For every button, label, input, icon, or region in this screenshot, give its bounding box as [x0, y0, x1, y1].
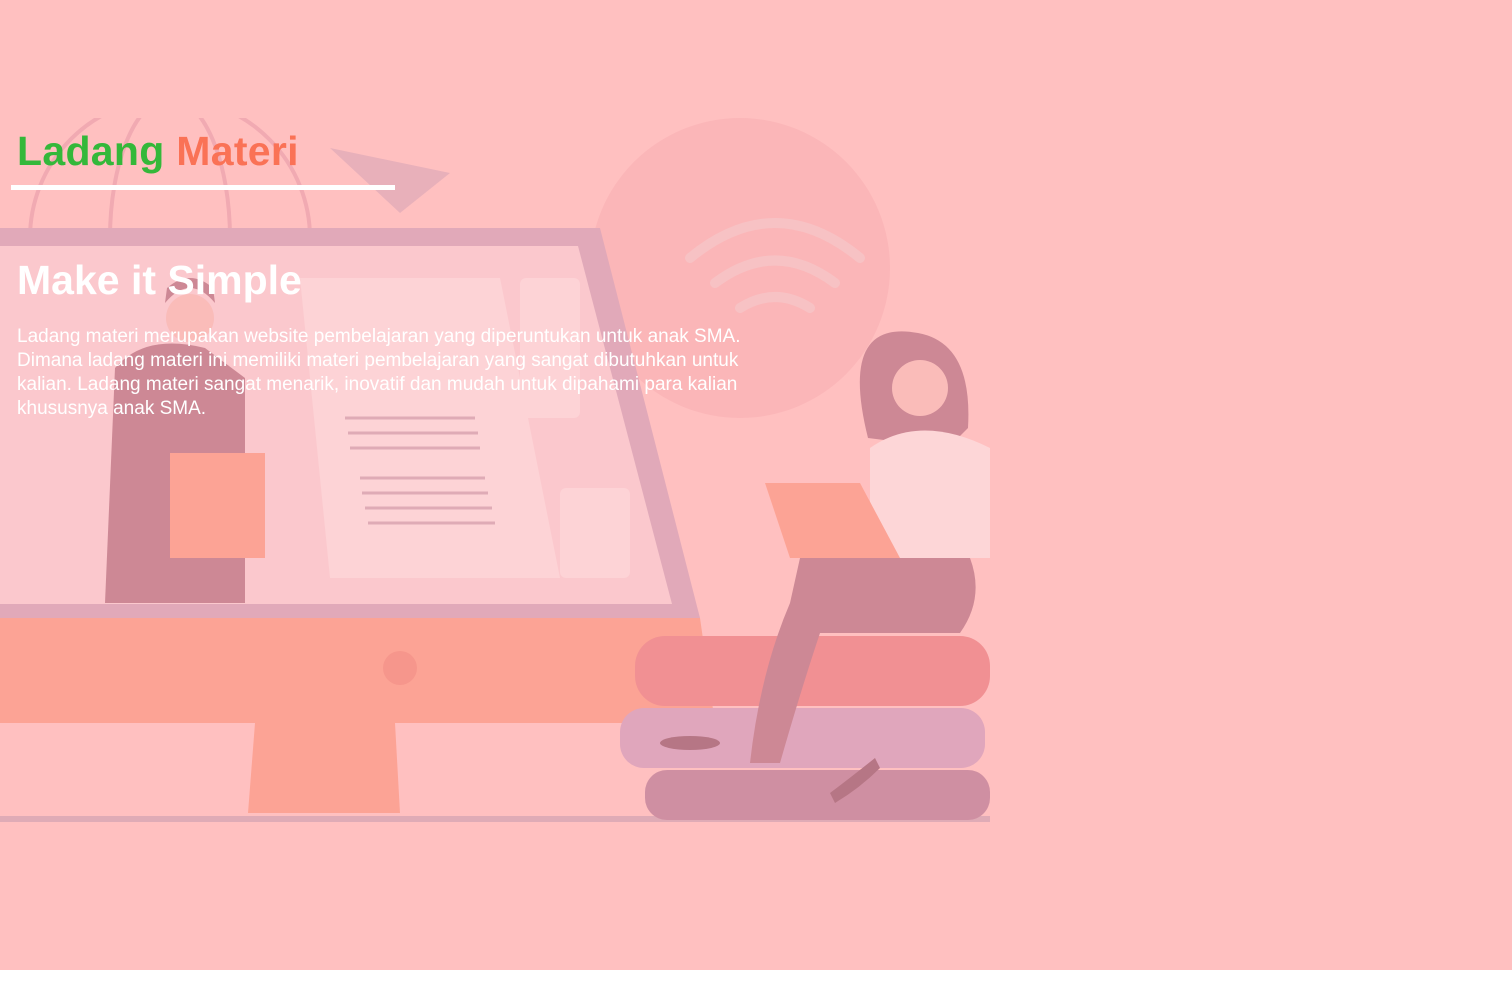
- brand-word-ladang: Ladang: [17, 128, 165, 174]
- paper-plane-icon: [330, 148, 450, 213]
- hero-headline: Make it Simple: [17, 257, 302, 303]
- brand-word-materi: Materi: [176, 128, 299, 174]
- landing-page: Ladang Materi Make it Simple Ladang mate…: [0, 0, 1512, 970]
- monitor-chin: [0, 618, 715, 723]
- hero-illustration: [0, 118, 990, 822]
- screen-panel: [560, 488, 630, 578]
- monitor-stand: [248, 723, 400, 813]
- monitor-logo: [383, 651, 417, 685]
- brand-underline: [11, 185, 395, 190]
- brand-logo[interactable]: Ladang Materi: [17, 127, 299, 175]
- book-3: [645, 770, 990, 820]
- hero-description: Ladang materi merupakan website pembelaj…: [17, 326, 741, 419]
